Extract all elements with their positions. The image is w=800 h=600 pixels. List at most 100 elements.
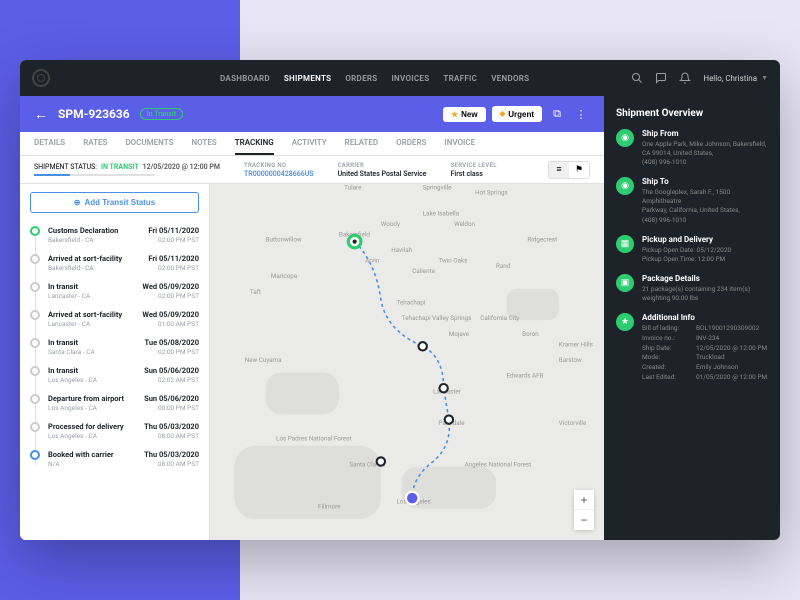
map-label: Weldon	[454, 220, 475, 228]
event-time: 02:00 PM PST	[158, 264, 199, 272]
event-item[interactable]: In transitLos Angeles - CASun 05/06/2020…	[30, 361, 199, 389]
nav-invoices[interactable]: INVOICES	[391, 74, 429, 83]
zoom-control: + −	[574, 490, 594, 530]
event-time: 00:00 PM PST	[158, 404, 199, 412]
tab-rates[interactable]: RATES	[83, 132, 107, 155]
event-dot-icon	[30, 366, 40, 376]
event-date: Tue 05/08/2020	[145, 338, 199, 347]
event-item[interactable]: Processed for deliveryLos Angeles - CA Th…	[30, 417, 199, 445]
info-row: Bill of lading:BOL19001290309002	[642, 324, 768, 334]
back-arrow-icon[interactable]: ←	[34, 106, 48, 123]
map-label: Hot Springs	[475, 188, 508, 196]
plus-icon: ⊕	[74, 198, 81, 207]
event-list: Customs DeclarationBakersfield - CAFri 0…	[30, 221, 199, 473]
event-item[interactable]: Customs DeclarationBakersfield - CAFri 0…	[30, 221, 199, 249]
service-label: SERVICE LEVEL	[451, 162, 497, 169]
event-dot-icon	[30, 226, 40, 236]
event-location: Los Angeles - CA	[48, 376, 97, 384]
event-location: Santa Clara - CA	[48, 348, 95, 356]
map-label: California City	[480, 314, 519, 322]
app-window: DASHBOARD SHIPMENTS ORDERS INVOICES TRAFFIC V…	[20, 60, 780, 540]
event-item[interactable]: Arrived at sort-facilityBakersfield - CA…	[30, 249, 199, 277]
event-date: Thu 05/03/2020	[144, 422, 199, 431]
map-label: Kramer Hills	[559, 340, 593, 348]
event-title: Departure from airport	[48, 394, 124, 403]
user-greeting[interactable]: Hello, Christina▼	[703, 74, 768, 83]
tab-related[interactable]: RELATED	[345, 132, 379, 155]
event-location: Los Angeles - CA	[48, 404, 124, 412]
map-label: Rand	[496, 262, 511, 270]
status-value: IN TRANSIT	[101, 163, 139, 171]
event-time: 01:00 AM PST	[158, 320, 199, 328]
map-label: Springville	[423, 184, 452, 191]
map-label: Los Padres National Forest	[276, 435, 351, 443]
add-transit-button[interactable]: ⊕Add Transit Status	[30, 192, 199, 213]
tab-orders[interactable]: ORDERS	[396, 132, 426, 155]
nav-traffic[interactable]: TRAFFIC	[443, 74, 477, 83]
tracking-number[interactable]: TR0000000428666US	[244, 170, 314, 178]
topbar: DASHBOARD SHIPMENTS ORDERS INVOICES TRAFFIC V…	[20, 60, 780, 96]
nav-shipments[interactable]: SHIPMENTS	[284, 74, 331, 83]
event-date: Fri 05/11/2020	[148, 254, 199, 263]
event-item[interactable]: Departure from airportLos Angeles - CA Su…	[30, 389, 199, 417]
main-panel: ← SPM-923636 In Transit ★New ⬥Urgent ⧉ ⋮…	[20, 96, 604, 540]
tab-invoice[interactable]: INVOICE	[444, 132, 475, 155]
info-row: Created:Emily Johnson	[642, 363, 768, 373]
tab-documents[interactable]: DOCUMENTS	[125, 132, 173, 155]
copy-icon[interactable]: ⧉	[548, 105, 566, 123]
greeting-text: Hello, Christina	[703, 74, 757, 83]
event-item[interactable]: Arrived at sort-facilityLancaster - CAWe…	[30, 305, 199, 333]
tracking-label: TRACKING NO	[244, 162, 314, 169]
new-button[interactable]: ★New	[443, 107, 486, 122]
map-label: Havilah	[391, 246, 412, 254]
event-item[interactable]: In transitSanta Clara - CA Tue 05/08/2020…	[30, 333, 199, 361]
tab-bar: DETAILS RATES DOCUMENTS NOTES TRACKING ACTIVI…	[20, 132, 604, 156]
event-date: Fri 05/11/2020	[148, 226, 199, 235]
map-label: Edwards AFB	[506, 372, 543, 380]
flag-view-icon[interactable]: ⚑	[569, 162, 589, 178]
event-dot-icon	[30, 254, 40, 264]
map-label: Tehachapi Valley Springs	[402, 314, 472, 322]
nav-vendors[interactable]: VENDORS	[491, 74, 529, 83]
event-item[interactable]: In transitLancaster - CAWed 05/09/202002…	[30, 277, 199, 305]
event-location: Lancaster - CA	[48, 292, 90, 300]
location-icon: ◉	[616, 177, 634, 195]
event-item[interactable]: Booked with carrierN/AThu 05/03/202008:0…	[30, 445, 199, 473]
tab-details[interactable]: DETAILS	[34, 132, 65, 155]
tab-notes[interactable]: NOTES	[191, 132, 216, 155]
search-icon[interactable]	[631, 72, 643, 84]
map-view[interactable]: BakersfieldLancasterPalmdaleLos AngelesL…	[210, 184, 604, 540]
progress-bar	[34, 174, 154, 176]
event-dot-icon	[30, 394, 40, 404]
event-title: In transit	[48, 338, 95, 347]
event-date: Wed 05/09/2020	[142, 310, 199, 319]
tab-tracking[interactable]: TRACKING	[235, 132, 274, 155]
map-label: Twin Oaks	[438, 257, 467, 265]
chat-icon[interactable]	[655, 72, 667, 84]
event-date: Sun 05/06/2020	[144, 394, 199, 403]
nav-orders[interactable]: ORDERS	[345, 74, 377, 83]
zoom-in-button[interactable]: +	[574, 490, 594, 510]
nav-dashboard[interactable]: DASHBOARD	[220, 74, 270, 83]
zoom-out-button[interactable]: −	[574, 510, 594, 530]
bell-icon[interactable]	[679, 72, 691, 84]
tab-activity[interactable]: ACTIVITY	[292, 132, 327, 155]
info-row: Last Edited:01/05/2020 @ 12:00 PM	[642, 373, 768, 383]
map-label: Woody	[381, 220, 400, 228]
list-view-icon[interactable]: ≡	[549, 162, 569, 178]
map-label: Taft	[250, 288, 261, 296]
event-title: Arrived at sort-facility	[48, 254, 122, 263]
location-icon: ◉	[616, 129, 634, 147]
shipment-id: SPM-923636	[58, 107, 130, 121]
event-location: Los Angeles - CA	[48, 432, 124, 440]
more-icon[interactable]: ⋮	[572, 105, 590, 123]
event-title: Processed for delivery	[48, 422, 124, 431]
logo-icon	[32, 69, 50, 87]
carrier-value: United States Postal Service	[338, 170, 427, 178]
info-bar: SHIPMENT STATUS: IN TRANSIT 12/05/2020 @…	[20, 156, 604, 184]
event-location: Lancaster - CA	[48, 320, 122, 328]
map-label: Buttonwillow	[266, 236, 302, 244]
status-label: SHIPMENT STATUS:	[34, 163, 97, 171]
urgent-button[interactable]: ⬥Urgent	[492, 106, 542, 122]
overview-sidebar: Shipment Overview ◉ Ship From One Apple …	[604, 96, 780, 540]
